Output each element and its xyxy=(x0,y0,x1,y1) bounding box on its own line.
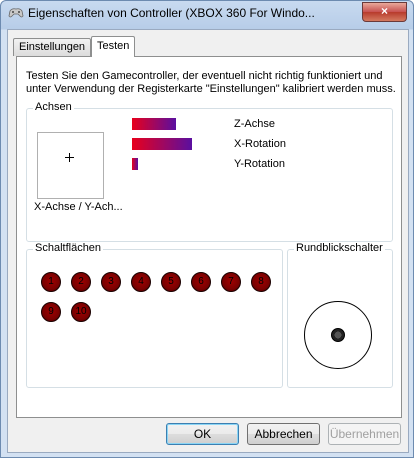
dialog-client-area: Einstellungen Testen Testen Sie den Game… xyxy=(7,29,409,453)
buttons-group: Schaltflächen 1 2 3 4 5 6 7 8 9 10 xyxy=(26,242,283,388)
dialog-window: Eigenschaften von Controller (XBOX 360 F… xyxy=(0,0,414,458)
controller-button-indicator: 1 xyxy=(41,272,61,292)
pov-hat-display xyxy=(304,301,372,369)
close-button[interactable]: × xyxy=(362,2,407,22)
pov-position-indicator xyxy=(331,328,345,342)
crosshair-icon xyxy=(65,153,74,162)
ok-button[interactable]: OK xyxy=(166,423,239,445)
x-rotation-label: X-Rotation xyxy=(234,138,286,150)
xy-axis-display xyxy=(37,132,104,199)
controller-button-indicator: 4 xyxy=(131,272,151,292)
z-axis-bar xyxy=(132,118,176,130)
tab-testen[interactable]: Testen xyxy=(91,36,136,57)
title-bar[interactable]: Eigenschaften von Controller (XBOX 360 F… xyxy=(1,1,413,27)
y-rotation-bar xyxy=(132,158,138,170)
buttons-group-label: Schaltflächen xyxy=(33,242,104,254)
z-axis-label: Z-Achse xyxy=(234,118,275,130)
controller-button-indicator: 6 xyxy=(191,272,211,292)
tab-panel-testen: Testen Sie den Gamecontroller, der event… xyxy=(16,56,402,418)
controller-button-indicator: 2 xyxy=(71,272,91,292)
x-rotation-bar xyxy=(132,138,192,150)
apply-button[interactable]: Übernehmen xyxy=(328,423,401,445)
axes-group-label: Achsen xyxy=(33,101,74,113)
intro-text: Testen Sie den Gamecontroller, der event… xyxy=(26,70,396,95)
controller-button-indicator: 3 xyxy=(101,272,121,292)
axes-group: Achsen X-Achse / Y-Ach... Z-Achse X-Rota… xyxy=(26,101,393,242)
controller-button-indicator: 8 xyxy=(251,272,271,292)
controller-button-indicator: 7 xyxy=(221,272,241,292)
pov-group-label: Rundblickschalter xyxy=(294,242,385,254)
controller-button-indicator: 5 xyxy=(161,272,181,292)
tab-einstellungen[interactable]: Einstellungen xyxy=(13,38,92,56)
xy-axis-label: X-Achse / Y-Ach... xyxy=(34,201,123,213)
gamecontroller-icon xyxy=(8,8,24,18)
controller-button-indicator: 9 xyxy=(41,302,61,322)
cancel-button[interactable]: Abbrechen xyxy=(247,423,320,445)
y-rotation-label: Y-Rotation xyxy=(234,158,285,170)
window-title: Eigenschaften von Controller (XBOX 360 F… xyxy=(28,6,315,20)
controller-button-indicator: 10 xyxy=(71,302,91,322)
pov-group: Rundblickschalter xyxy=(287,242,393,388)
